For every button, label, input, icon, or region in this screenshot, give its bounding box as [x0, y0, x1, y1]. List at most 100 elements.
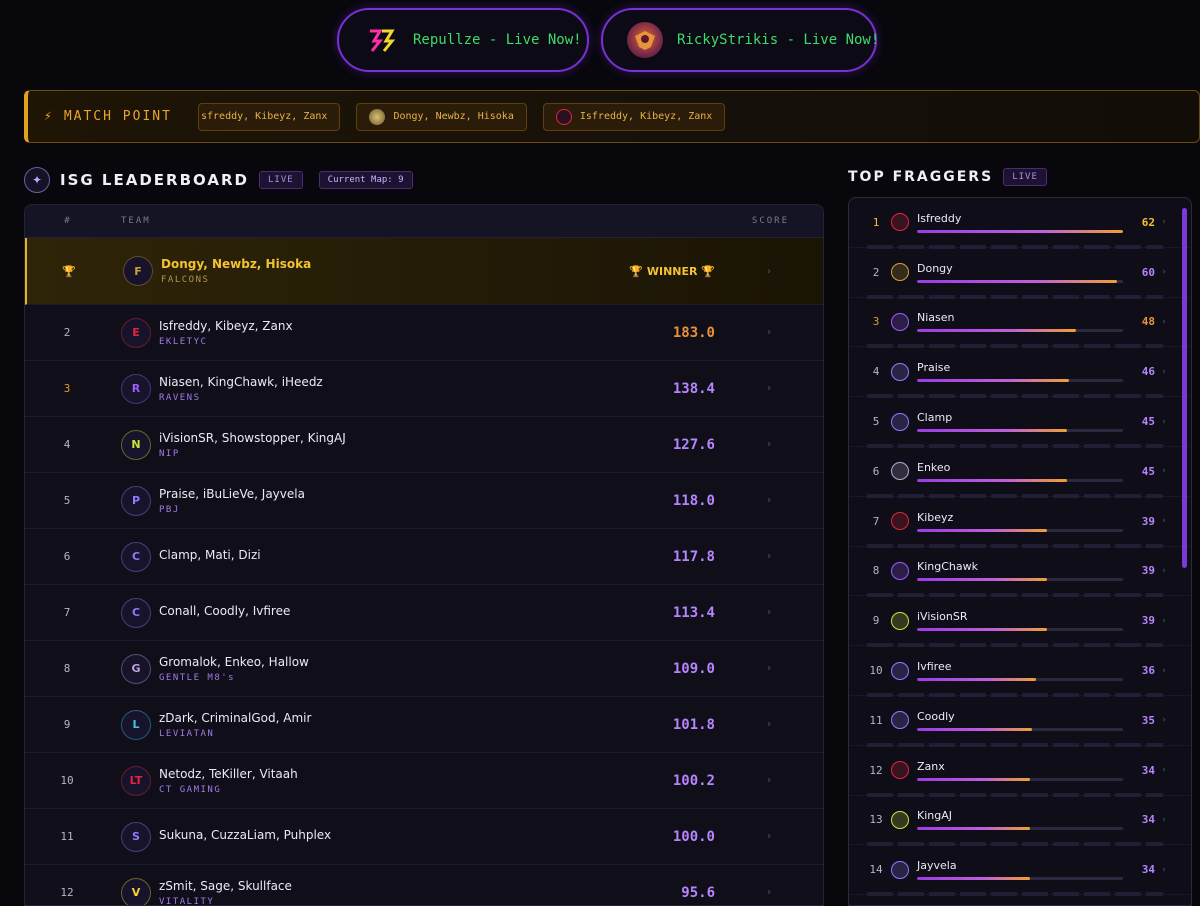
fragger-row[interactable]: 9 iVisionSR 39 › [849, 596, 1191, 647]
team-cell: Conall, Coodly, Ivfiree [159, 604, 565, 622]
fragger-row[interactable]: 6 Enkeo 45 › [849, 447, 1191, 498]
fragger-info: Enkeo [917, 461, 1123, 482]
repullze-logo-icon [363, 22, 399, 58]
fragger-row[interactable]: 11 Coodly 35 › [849, 696, 1191, 747]
current-map-badge: Current Map: 9 [318, 171, 413, 189]
kill-bar-fill [917, 478, 1068, 482]
table-row[interactable]: 12 VzSmit, Sage, Skullface VITALITY 95.6 › [25, 865, 823, 905]
team-logo-icon: C [121, 541, 151, 572]
rank-cell: 10 [60, 774, 74, 787]
table-row[interactable]: 8 G Gromalok, Enkeo, Hallow GENTLE M8's 109.… [25, 641, 823, 697]
leaderboard-table: # TEAM SCORE 🏆 F Dongy, Newbz, Hisoka FALCO… [24, 204, 824, 906]
fragger-row[interactable]: 2 Dongy 60 › [849, 248, 1191, 299]
team-logo-icon [891, 312, 909, 331]
kill-bar [917, 678, 1123, 682]
table-row[interactable]: 10 LT Netodz, TeKiller, Vitaah CT GAMING 100… [25, 753, 823, 809]
rank-cell: 3 [63, 382, 71, 395]
team-cell: Sukuna, CuzzaLiam, Puhplex [159, 828, 565, 846]
table-row[interactable]: 6 C Clamp, Mati, Dizi 117.8 › [25, 529, 823, 585]
table-row[interactable]: 2 E Isfreddy, Kibeyz, Zanx EKLETYC 183.0 › [25, 305, 823, 361]
kill-bar-fill [917, 628, 1047, 632]
fragger-row[interactable]: 13 KingAJ 34 › [849, 796, 1191, 847]
table-row[interactable]: 9 LzDark, CriminalGod, Amir LEVIATAN 101.8 › [25, 697, 823, 753]
table-body: 🏆 F Dongy, Newbz, Hisoka FALCONS 🏆 WINNER 🏆 ›… [25, 238, 823, 905]
chevron-right-icon: › [767, 439, 771, 450]
fragger-rank: 3 [872, 315, 880, 329]
fragger-name: KingChawk [917, 560, 978, 574]
kill-bar-fill [917, 827, 1031, 831]
fragger-info: Niasen [917, 311, 1123, 333]
fragger-name: Zanx [917, 759, 945, 773]
stream-button-repullze[interactable]: Repullze - Live Now! [337, 8, 589, 72]
fragger-row[interactable]: 5 Clamp 45 › [849, 397, 1191, 448]
team-cell: Dongy, Newbz, Hisoka FALCONS [161, 257, 565, 285]
scrollbar[interactable] [1182, 208, 1187, 568]
fragger-kills: 39 [1141, 614, 1155, 628]
team-logo-icon: L [121, 709, 151, 740]
team-cell: Gromalok, Enkeo, Hallow GENTLE M8's [159, 655, 565, 683]
team-cell: Isfreddy, Kibeyz, Zanx EKLETYC [159, 319, 565, 347]
chevron-right-icon: › [1162, 565, 1166, 576]
fragger-row[interactable]: 14 Jayvela 34 › [849, 845, 1191, 896]
team-tag: FALCONS [161, 275, 210, 285]
team-players: Conall, Coodly, Ivfiree [159, 603, 291, 618]
kill-bar-fill [917, 528, 1047, 532]
fragger-info: KingAJ [917, 809, 1123, 831]
kill-bar [917, 727, 1123, 731]
team-cell: zDark, CriminalGod, Amir LEVIATAN [159, 711, 565, 739]
fragger-row[interactable]: 4 Praise 46 › [849, 347, 1191, 398]
team-logo-icon: V [121, 877, 151, 905]
team-logo-icon: C [121, 597, 151, 628]
fragger-kills: 45 [1141, 415, 1155, 429]
match-point-chip[interactable]: sfreddy, Kibeyz, Zanx [198, 102, 341, 131]
fragger-row[interactable]: 3 Niasen 48 › [849, 298, 1191, 349]
table-row[interactable]: 5 P Praise, iBuLieVe, Jayvela PBJ 118.0 › [25, 473, 823, 529]
chevron-right-icon: › [767, 607, 771, 618]
table-row[interactable]: 11 S Sukuna, CuzzaLiam, Puhplex 100.0 › [25, 809, 823, 865]
chevron-right-icon: › [767, 775, 771, 786]
team-tag: EKLETYC [159, 336, 208, 347]
score-cell: 118.0 [672, 492, 715, 509]
match-point-label-group: ⚡ MATCH POINT [28, 109, 198, 124]
column-header-score: SCORE [751, 216, 789, 226]
match-point-chips: sfreddy, Kibeyz, Zanx Dongy, Newbz, Hiso… [198, 102, 726, 131]
match-point-banner: ⚡ MATCH POINT sfreddy, Kibeyz, Zanx Dong… [24, 90, 1200, 143]
chevron-right-icon: › [1162, 416, 1166, 427]
chip-text: Isfreddy, Kibeyz, Zanx [579, 111, 713, 122]
winner-label: 🏆 WINNER 🏆 [629, 264, 715, 278]
chevron-right-icon: › [1162, 366, 1166, 377]
fragger-row[interactable]: 1 Isfreddy 62 › [849, 198, 1191, 249]
fragger-row[interactable]: 7 Kibeyz 39 › [849, 497, 1191, 548]
score-cell: 109.0 [672, 660, 715, 677]
top-fraggers-header: TOP FRAGGERS LIVE [848, 168, 1047, 186]
kill-bar [917, 379, 1123, 383]
chevron-right-icon: › [767, 327, 771, 338]
chevron-right-icon: › [1162, 466, 1166, 477]
fragger-info: KingChawk [917, 560, 1123, 582]
team-players: Clamp, Mati, Dizi [159, 547, 261, 562]
team-tag: GENTLE M8's [159, 672, 236, 683]
fragger-row[interactable]: 10 Ivfiree 36 › [849, 646, 1191, 697]
stream-button-rickystrikis[interactable]: RickyStrikis - Live Now! [601, 8, 879, 72]
fragger-rank: 8 [872, 564, 880, 578]
team-tag: NIP [159, 448, 180, 459]
match-point-chip[interactable]: Isfreddy, Kibeyz, Zanx [542, 102, 726, 131]
fragger-name: Isfreddy [917, 211, 962, 225]
rank-cell: 🏆 [62, 264, 76, 278]
chevron-right-icon: › [767, 719, 771, 730]
fragger-row[interactable]: 8 KingChawk 39 › [849, 547, 1191, 598]
fragger-info: Zanx [917, 760, 1123, 781]
table-row[interactable]: 4 NiVisionSR, Showstopper, KingAJ NIP 127.6… [25, 417, 823, 473]
rank-cell: 5 [63, 494, 71, 507]
table-row[interactable]: 🏆 F Dongy, Newbz, Hisoka FALCONS 🏆 WINNER 🏆 › [25, 238, 823, 305]
fragger-row[interactable]: 12 Zanx 34 › [849, 746, 1191, 797]
team-players: Sukuna, CuzzaLiam, Puhplex [159, 827, 332, 842]
kill-bar [917, 229, 1123, 233]
fragger-rank: 1 [872, 215, 880, 229]
score-cell: 127.6 [672, 436, 715, 453]
table-row[interactable]: 7 C Conall, Coodly, Ivfiree 113.4 › [25, 585, 823, 641]
team-cell: Netodz, TeKiller, Vitaah CT GAMING [159, 767, 565, 795]
match-point-chip[interactable]: Dongy, Newbz, Hisoka [356, 102, 527, 131]
table-row[interactable]: 3 R Niasen, KingChawk, iHeedz RAVENS 138.4 › [25, 361, 823, 417]
fragger-rank: 6 [872, 464, 880, 478]
